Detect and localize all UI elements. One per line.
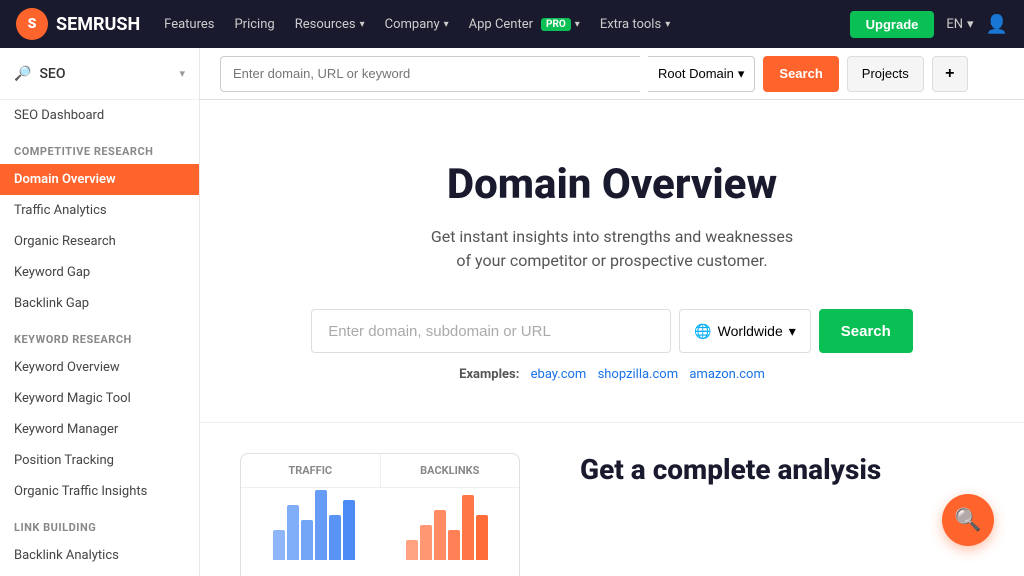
add-project-button[interactable]: + bbox=[932, 56, 968, 92]
bar-container-traffic bbox=[253, 500, 374, 560]
chevron-down-icon: ▾ bbox=[360, 19, 365, 30]
bar bbox=[329, 515, 341, 560]
projects-button[interactable]: Projects bbox=[847, 56, 924, 92]
sidebar-item-traffic-analytics[interactable]: Traffic Analytics bbox=[0, 195, 199, 226]
hero-subtitle: Get instant insights into strengths and … bbox=[431, 225, 793, 273]
chart-header: TRAFFIC BACKLINKS bbox=[241, 454, 519, 488]
bar-container-backlinks bbox=[386, 500, 507, 560]
top-search-button[interactable]: Search bbox=[763, 56, 838, 92]
nav-right: Upgrade EN ▾ 👤 bbox=[850, 11, 1008, 38]
page-title: Domain Overview bbox=[447, 160, 777, 209]
example-amazon[interactable]: amazon.com bbox=[689, 367, 765, 382]
bottom-section: TRAFFIC BACKLINKS Get a complete analysi… bbox=[200, 422, 1024, 576]
sidebar-item-keyword-manager[interactable]: Keyword Manager bbox=[0, 414, 199, 445]
nav-features[interactable]: Features bbox=[164, 17, 214, 32]
logo[interactable]: S SEMRUSH bbox=[16, 8, 140, 40]
chart-body bbox=[241, 488, 519, 572]
sidebar-item-organic-traffic-insights[interactable]: Organic Traffic Insights bbox=[0, 476, 199, 507]
nav-app-center[interactable]: App Center PRO ▾ bbox=[469, 17, 580, 32]
sidebar-item-position-tracking[interactable]: Position Tracking bbox=[0, 445, 199, 476]
geo-dropdown[interactable]: 🌐 Worldwide ▾ bbox=[679, 309, 811, 353]
chevron-down-icon: ▾ bbox=[665, 19, 670, 30]
nav-links: Features Pricing Resources ▾ Company ▾ A… bbox=[164, 17, 825, 32]
mini-chart: TRAFFIC BACKLINKS bbox=[240, 453, 520, 576]
chevron-down-icon: ▾ bbox=[575, 19, 580, 30]
bar bbox=[462, 495, 474, 560]
seo-icon: 🔎 bbox=[14, 66, 31, 82]
pro-badge: PRO bbox=[541, 18, 571, 31]
bar bbox=[448, 530, 460, 560]
search-input[interactable] bbox=[220, 56, 640, 92]
examples-row: Examples: ebay.com shopzilla.com amazon.… bbox=[459, 367, 765, 382]
bar bbox=[287, 505, 299, 560]
topnav: S SEMRUSH Features Pricing Resources ▾ C… bbox=[0, 0, 1024, 48]
bar bbox=[406, 540, 418, 560]
section-label-competitive: Competitive Research bbox=[0, 131, 199, 164]
bottom-text: Get a complete analysis bbox=[580, 453, 984, 496]
user-menu[interactable]: 👤 bbox=[986, 14, 1008, 35]
sidebar-item-backlink-audit[interactable]: Backlink Audit bbox=[0, 571, 199, 576]
sidebar-item-keyword-magic-tool[interactable]: Keyword Magic Tool bbox=[0, 383, 199, 414]
bar bbox=[301, 520, 313, 560]
sidebar: 🔎 SEO ▾ SEO Dashboard Competitive Resear… bbox=[0, 48, 200, 576]
bar bbox=[434, 510, 446, 560]
section-label-link-building: Link Building bbox=[0, 507, 199, 540]
bar bbox=[343, 500, 355, 560]
sidebar-header[interactable]: 🔎 SEO ▾ bbox=[0, 48, 199, 100]
language-selector[interactable]: EN ▾ bbox=[946, 17, 973, 32]
root-domain-dropdown[interactable]: Root Domain ▾ bbox=[648, 56, 755, 92]
bar bbox=[273, 530, 285, 560]
globe-icon: 🌐 bbox=[694, 323, 711, 340]
sidebar-item-keyword-gap[interactable]: Keyword Gap bbox=[0, 257, 199, 288]
sidebar-item-backlink-analytics[interactable]: Backlink Analytics bbox=[0, 540, 199, 571]
sidebar-item-backlink-gap[interactable]: Backlink Gap bbox=[0, 288, 199, 319]
hero-section: Domain Overview Get instant insights int… bbox=[200, 100, 1024, 422]
top-searchbar: Root Domain ▾ Search Projects + bbox=[200, 48, 1024, 100]
sidebar-item-seo-dashboard[interactable]: SEO Dashboard bbox=[0, 100, 199, 131]
chevron-down-icon: ▾ bbox=[789, 323, 796, 340]
example-shopzilla[interactable]: shopzilla.com bbox=[598, 367, 679, 382]
bottom-title: Get a complete analysis bbox=[580, 453, 984, 486]
sidebar-item-keyword-overview[interactable]: Keyword Overview bbox=[0, 352, 199, 383]
bar bbox=[476, 515, 488, 560]
hero-search-button[interactable]: Search bbox=[819, 309, 913, 353]
search-icon: 🔍 bbox=[954, 508, 981, 533]
chevron-down-icon: ▾ bbox=[179, 67, 185, 80]
bar bbox=[315, 490, 327, 560]
chevron-down-icon: ▾ bbox=[444, 19, 449, 30]
traffic-bars bbox=[253, 500, 374, 560]
sidebar-item-organic-research[interactable]: Organic Research bbox=[0, 226, 199, 257]
example-ebay[interactable]: ebay.com bbox=[531, 367, 587, 382]
sidebar-item-domain-overview[interactable]: Domain Overview bbox=[0, 164, 199, 195]
chart-col-traffic: TRAFFIC bbox=[241, 454, 381, 487]
logo-icon: S bbox=[16, 8, 48, 40]
search-input-wrap bbox=[220, 56, 640, 92]
hero-search-input[interactable] bbox=[311, 309, 671, 353]
main-content: Domain Overview Get instant insights int… bbox=[200, 100, 1024, 576]
bar bbox=[420, 525, 432, 560]
section-label-keyword: Keyword Research bbox=[0, 319, 199, 352]
nav-pricing[interactable]: Pricing bbox=[234, 17, 274, 32]
sidebar-section-title: SEO bbox=[39, 66, 65, 82]
nav-resources[interactable]: Resources ▾ bbox=[295, 17, 365, 32]
nav-extra-tools[interactable]: Extra tools ▾ bbox=[600, 17, 670, 32]
upgrade-button[interactable]: Upgrade bbox=[850, 11, 935, 38]
chevron-down-icon: ▾ bbox=[738, 66, 745, 82]
chevron-down-icon: ▾ bbox=[967, 17, 974, 32]
hero-search-row: 🌐 Worldwide ▾ Search bbox=[311, 309, 913, 353]
backlinks-bars bbox=[386, 500, 507, 560]
chart-col-backlinks: BACKLINKS bbox=[381, 454, 520, 487]
fab-search-button[interactable]: 🔍 bbox=[942, 494, 994, 546]
nav-company[interactable]: Company ▾ bbox=[385, 17, 449, 32]
logo-text: SEMRUSH bbox=[56, 14, 140, 35]
